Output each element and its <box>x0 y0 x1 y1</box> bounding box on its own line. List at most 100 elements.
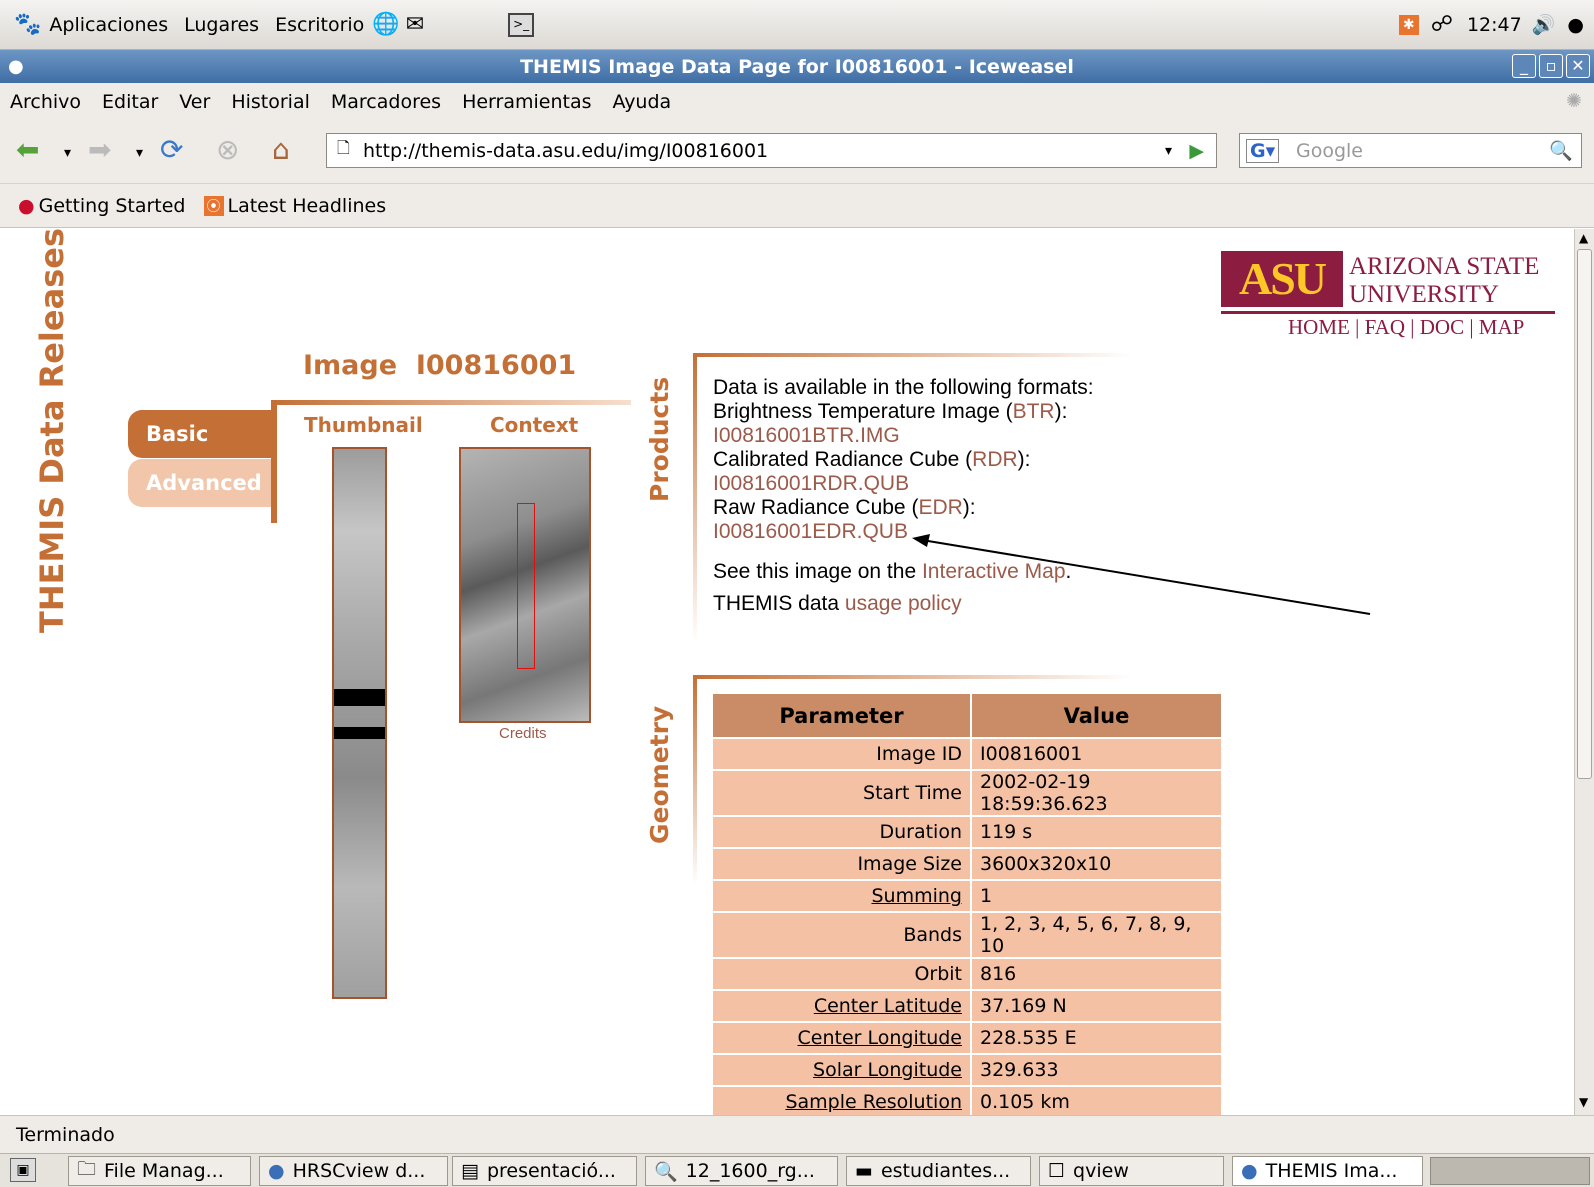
firefox-launcher-icon[interactable]: 🌐 <box>372 12 399 37</box>
stop-icon[interactable]: ⊗ <box>216 135 239 165</box>
user-icon[interactable]: ● <box>1567 14 1584 36</box>
menu-ver[interactable]: Ver <box>179 91 210 113</box>
maximize-button[interactable]: ▫ <box>1539 54 1563 78</box>
menu-lugares[interactable]: Lugares <box>176 14 267 36</box>
geometry-frame-left <box>693 675 697 885</box>
forward-dropdown-icon[interactable]: ▾ <box>136 138 143 168</box>
rdr-code-link[interactable]: RDR <box>972 448 1018 471</box>
task-estudiantes[interactable]: ▬ estudiantes... <box>846 1156 1031 1186</box>
table-row: Solar Longitude 329.633 <box>713 1053 1221 1086</box>
mail-launcher-icon[interactable]: ✉ <box>406 12 424 37</box>
param-cell: Image Size <box>713 847 972 880</box>
bookmark-latest-headlines[interactable]: Latest Headlines <box>228 195 387 217</box>
context-label: Context <box>490 413 579 437</box>
solar-longitude-link[interactable]: Solar Longitude <box>813 1059 962 1081</box>
page-viewport: THEMIS Data Releases ASU ARIZONA STATE U… <box>0 229 1574 1115</box>
task-image-viewer[interactable]: 🔍 12_1600_rg... <box>645 1156 838 1186</box>
scroll-down-icon[interactable]: ▼ <box>1579 1095 1588 1109</box>
nav-doc-link[interactable]: DOC <box>1420 315 1464 339</box>
table-row: Summing 1 <box>713 879 1221 912</box>
clock[interactable]: 12:47 <box>1467 14 1522 36</box>
sample-resolution-link[interactable]: Sample Resolution <box>785 1091 962 1113</box>
value-cell: 329.633 <box>971 1053 1221 1086</box>
window-titlebar[interactable]: THEMIS Image Data Page for I00816001 - I… <box>0 50 1594 83</box>
table-row: Center Latitude 37.169 N <box>713 989 1221 1022</box>
search-box[interactable]: G▾ Google 🔍 <box>1239 133 1582 168</box>
forward-icon[interactable]: ➡ <box>88 135 111 165</box>
volume-icon[interactable]: 🔊 <box>1532 13 1556 36</box>
btr-code-link[interactable]: BTR <box>1013 400 1055 423</box>
task-label: File Manag... <box>104 1160 224 1182</box>
menu-marcadores[interactable]: Marcadores <box>331 91 441 113</box>
back-icon[interactable]: ⬅ <box>16 135 39 165</box>
center-longitude-link[interactable]: Center Longitude <box>798 1027 963 1049</box>
url-bar[interactable]: 🗋 http://themis-data.asu.edu/img/I008160… <box>326 133 1217 168</box>
summing-link[interactable]: Summing <box>871 885 962 907</box>
context-footprint-box <box>517 503 535 669</box>
nav-faq-link[interactable]: FAQ <box>1365 315 1405 339</box>
nav-home-link[interactable]: HOME <box>1288 315 1350 339</box>
thumbnail-image[interactable] <box>332 447 387 999</box>
scroll-up-icon[interactable]: ▲ <box>1579 231 1588 245</box>
bookmarks-toolbar: ● Getting Started ⦿ Latest Headlines <box>0 184 1594 228</box>
task-qview[interactable]: ☐ qview <box>1039 1156 1224 1186</box>
vertical-scrollbar[interactable]: ▲ ▼ <box>1574 229 1594 1115</box>
scrollbar-thumb[interactable] <box>1577 249 1592 779</box>
menu-ayuda[interactable]: Ayuda <box>612 91 671 113</box>
network-icon[interactable]: ☍ <box>1431 12 1453 37</box>
tab-advanced[interactable]: Advanced <box>128 459 271 507</box>
terminal-launcher-icon[interactable]: >_ <box>508 12 535 37</box>
url-dropdown-icon[interactable]: ▾ <box>1165 143 1172 159</box>
geometry-label: Geometry <box>645 705 674 844</box>
table-row: Orbit 816 <box>713 957 1221 990</box>
back-dropdown-icon[interactable]: ▾ <box>64 138 71 168</box>
search-icon[interactable]: 🔍 <box>1549 139 1573 162</box>
tab-basic[interactable]: Basic <box>128 410 277 458</box>
edr-code-link[interactable]: EDR <box>918 496 962 519</box>
products-frame-left <box>693 353 697 643</box>
asu-nav: HOME | FAQ | DOC | MAP <box>1288 315 1525 339</box>
reload-icon[interactable]: ⟳ <box>160 135 183 165</box>
menu-archivo[interactable]: Archivo <box>10 91 81 113</box>
browser-icon: ● <box>268 1160 285 1182</box>
products-label: Products <box>645 376 674 502</box>
nav-map-link[interactable]: MAP <box>1479 315 1525 339</box>
menu-historial[interactable]: Historial <box>231 91 310 113</box>
window-menu-icon[interactable]: ● <box>8 56 24 77</box>
menu-herramientas[interactable]: Herramientas <box>462 91 591 113</box>
thumbnail-label: Thumbnail <box>304 413 423 437</box>
param-cell: Duration <box>713 815 972 848</box>
task-hrscview[interactable]: ● HRSCview d... <box>259 1156 448 1186</box>
annotation-arrow <box>912 534 1371 615</box>
task-themis[interactable]: ● THEMIS Ima... <box>1232 1156 1423 1186</box>
home-icon[interactable]: ⌂ <box>272 135 290 165</box>
themis-data-releases-title: THEMIS Data Releases <box>33 229 71 633</box>
rdr-file-link[interactable]: I00816001RDR.QUB <box>713 472 909 495</box>
column-header-parameter: Parameter <box>713 694 972 738</box>
menu-escritorio[interactable]: Escritorio <box>267 14 372 36</box>
context-image[interactable] <box>459 447 591 723</box>
credits-link[interactable]: Credits <box>499 725 547 742</box>
gnome-foot-icon[interactable]: 🐾 <box>14 12 41 37</box>
close-button[interactable]: ✕ <box>1566 54 1590 78</box>
image-viewer-icon: 🔍 <box>654 1160 678 1183</box>
menu-aplicaciones[interactable]: Aplicaciones <box>41 14 176 36</box>
btr-file-link[interactable]: I00816001BTR.IMG <box>713 424 900 447</box>
param-cell: Image ID <box>713 737 972 770</box>
update-notifier-icon[interactable]: ✱ <box>1398 14 1419 35</box>
workspace-switcher[interactable] <box>1430 1157 1590 1185</box>
btr-line: Brightness Temperature Image (BTR): <box>713 400 1068 423</box>
getting-started-icon: ● <box>18 194 35 217</box>
task-file-manager[interactable]: 🗀 File Manag... <box>68 1156 251 1186</box>
google-engine-icon[interactable]: G▾ <box>1246 138 1280 163</box>
show-desktop-icon[interactable]: ▣ <box>10 1158 36 1182</box>
menu-editar[interactable]: Editar <box>102 91 158 113</box>
task-label: qview <box>1073 1160 1129 1182</box>
task-presentacion[interactable]: ▤ presentació... <box>452 1156 637 1186</box>
edr-file-link[interactable]: I00816001EDR.QUB <box>713 520 908 543</box>
page-icon: 🗋 <box>337 138 350 157</box>
bookmark-getting-started[interactable]: Getting Started <box>39 195 186 217</box>
center-latitude-link[interactable]: Center Latitude <box>814 995 962 1017</box>
minimize-button[interactable]: _ <box>1512 54 1536 78</box>
go-icon[interactable]: ▶ <box>1189 140 1204 162</box>
